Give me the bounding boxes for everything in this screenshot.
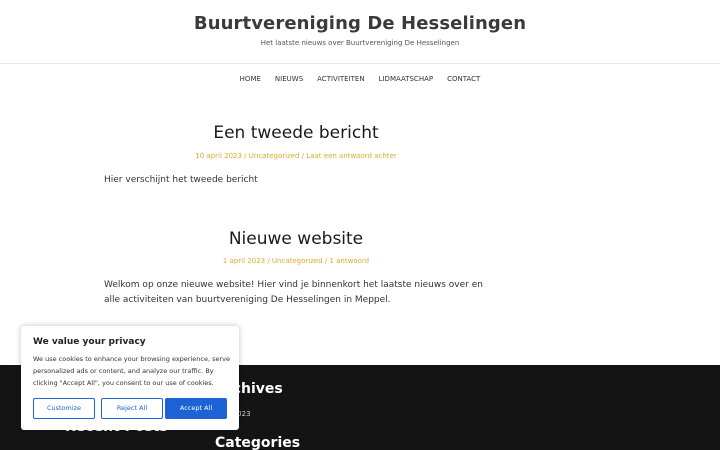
post-title[interactable]: Een tweede bericht	[0, 123, 592, 143]
site-header: Buurtvereniging De Hesselingen Het laats…	[0, 0, 720, 64]
post-date[interactable]: 1 april 2023	[223, 257, 265, 265]
site-title[interactable]: Buurtvereniging De Hesselingen	[0, 13, 720, 34]
reject-all-button[interactable]: Reject All	[101, 398, 163, 419]
nav-item-contact[interactable]: CONTACT	[447, 74, 480, 86]
post-title[interactable]: Nieuwe website	[0, 229, 592, 249]
post-comments-link[interactable]: 1 antwoord	[329, 257, 369, 265]
cookie-title: We value your privacy	[33, 337, 146, 347]
nav-item-activiteiten[interactable]: ACTIVITEITEN	[317, 74, 364, 86]
nav-item-home[interactable]: HOME	[240, 74, 261, 86]
accept-all-button[interactable]: Accept All	[165, 398, 227, 419]
categories-heading: Categories	[215, 435, 301, 450]
post-date[interactable]: 10 april 2023	[195, 152, 242, 160]
cookie-text: We use cookies to enhance your browsing …	[33, 355, 230, 387]
post-excerpt: Hier verschijnt het tweede bericht	[104, 175, 258, 185]
post-comments-link[interactable]: Laat een antwoord achter	[306, 152, 396, 160]
post-meta: 1 april 2023 / Uncategorized / 1 antwoor…	[222, 257, 370, 265]
nav-item-nieuws[interactable]: NIEUWS	[275, 74, 303, 86]
main-nav: HOME NIEUWS ACTIVITEITEN LIDMAATSCHAP CO…	[0, 74, 720, 86]
nav-item-lidmaatschap[interactable]: LIDMAATSCHAP	[379, 74, 434, 86]
post-meta: 10 april 2023 / Uncategorized / Laat een…	[195, 152, 397, 160]
cookie-consent-banner: We value your privacy We use cookies to …	[21, 326, 239, 430]
post-category[interactable]: Uncategorized	[249, 152, 300, 160]
customize-button[interactable]: Customize	[33, 398, 95, 419]
post-excerpt: Welkom op onze nieuwe website! Hier vind…	[104, 280, 483, 305]
post-category[interactable]: Uncategorized	[272, 257, 323, 265]
site-tagline: Het laatste nieuws over Buurtvereniging …	[260, 39, 460, 47]
